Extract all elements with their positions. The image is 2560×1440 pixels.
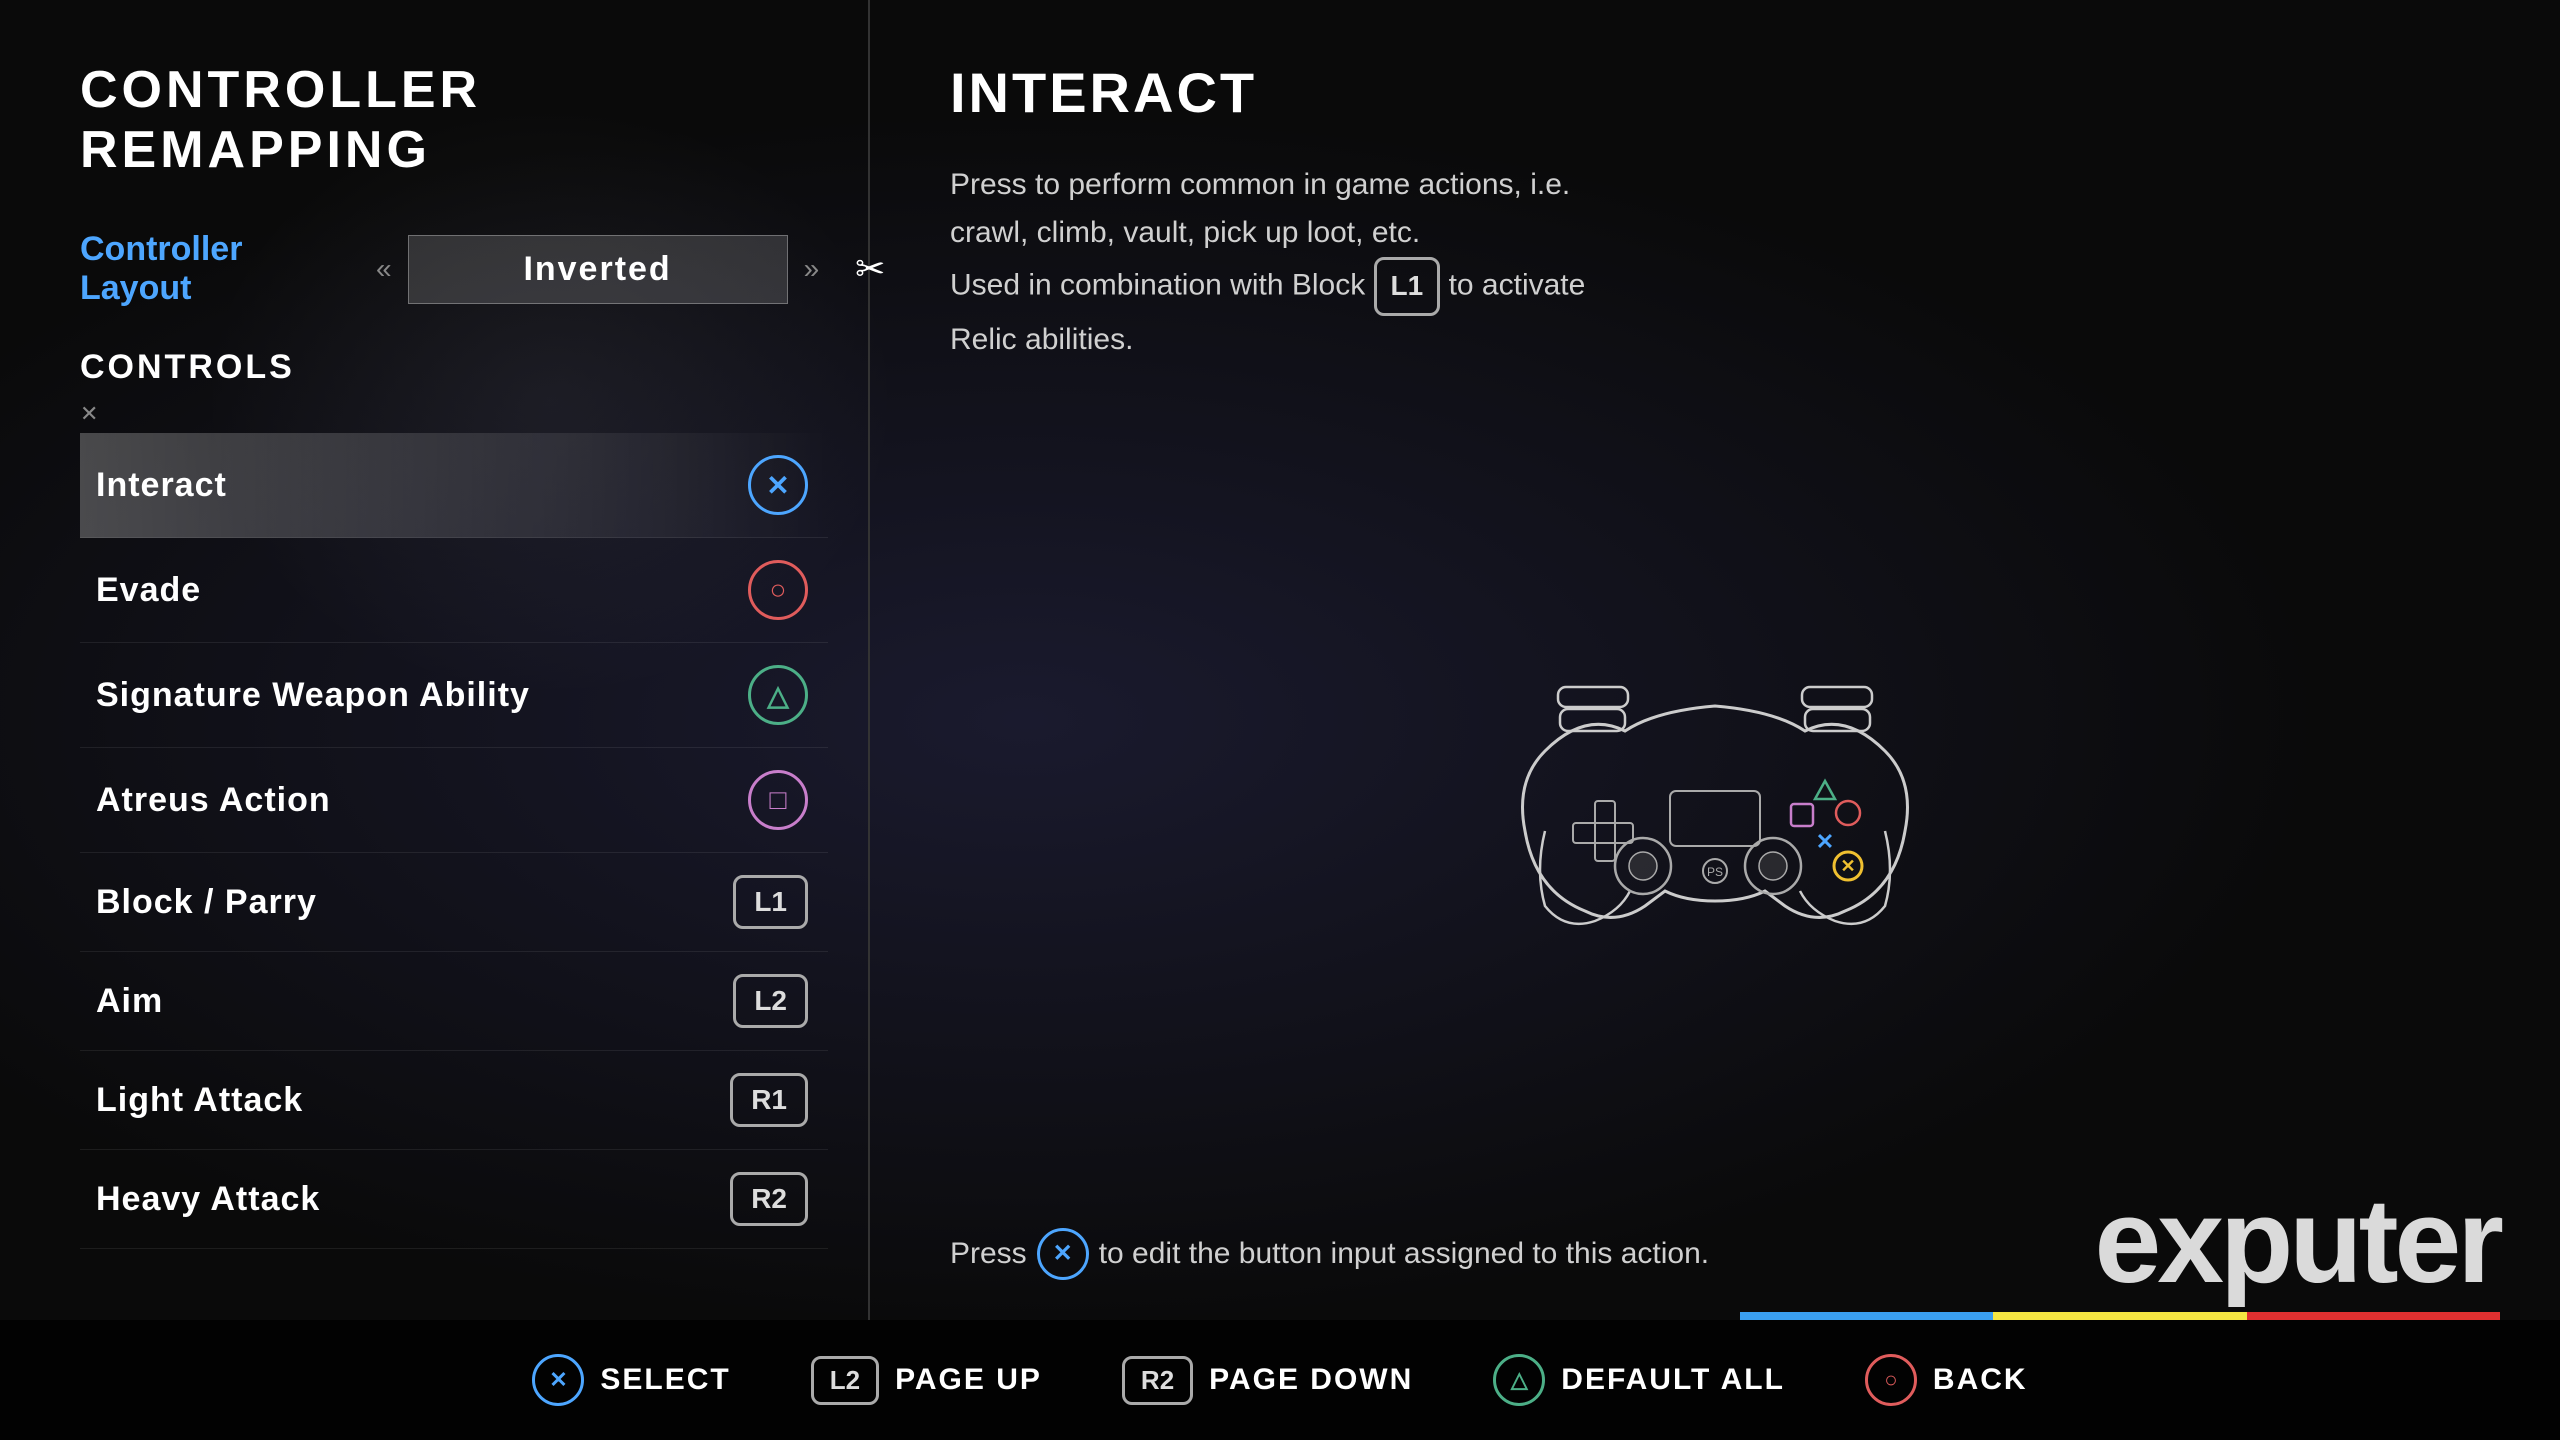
bottom-page-up-label: PAGE UP [895, 1363, 1042, 1397]
controller-image-area: PS ✕ ✕ [950, 414, 2480, 1188]
press-to-edit: Press ✕ to edit the button input assigne… [950, 1228, 1770, 1280]
watermark: exputer [2095, 1172, 2500, 1310]
bottom-action-select: ✕ SELECT [532, 1354, 730, 1406]
desc-line2: crawl, climb, vault, pick up loot, etc. [950, 216, 1420, 249]
binding-r2-trigger: R2 [730, 1172, 808, 1226]
bottom-l2-button: L2 [811, 1356, 879, 1405]
press-x-button-icon: ✕ [1037, 1228, 1089, 1280]
color-bar-yellow [1993, 1312, 2246, 1320]
x-divider: ✕ [80, 401, 828, 427]
control-item-evade[interactable]: Evade ○ [80, 538, 828, 643]
bottom-r2-button: R2 [1122, 1356, 1193, 1405]
press-suffix: to edit the button input assigned to thi… [1099, 1230, 1709, 1278]
control-name-heavy-attack: Heavy Attack [96, 1180, 320, 1219]
controller-svg: PS ✕ ✕ [1465, 651, 1965, 951]
control-item-primary-weapon[interactable]: Primary Weapon ✛ [80, 1249, 828, 1280]
bottom-action-page-down[interactable]: R2 PAGE DOWN [1122, 1356, 1413, 1405]
binding-r1-trigger: R1 [730, 1073, 808, 1127]
control-name-signature: Signature Weapon Ability [96, 676, 530, 715]
color-bar [1740, 1312, 2500, 1320]
bottom-circle-button: ○ [1865, 1354, 1917, 1406]
binding-square-button: □ [748, 770, 808, 830]
binding-dpad-up: ✛ [766, 1271, 808, 1280]
control-name-aim: Aim [96, 982, 163, 1021]
bottom-bar: ✕ SELECT L2 PAGE UP R2 PAGE DOWN △ DEFAU… [0, 1320, 2560, 1440]
control-item-interact[interactable]: Interact ✕ [80, 433, 828, 538]
control-item-heavy-attack[interactable]: Heavy Attack R2 [80, 1150, 828, 1249]
press-prefix: Press [950, 1230, 1027, 1278]
left-panel: CONTROLLER REMAPPING Controller Layout «… [0, 0, 870, 1320]
right-panel: INTERACT Press to perform common in game… [870, 0, 2560, 1320]
binding-l2-trigger: L2 [733, 974, 808, 1028]
control-name-block: Block / Parry [96, 883, 317, 922]
svg-text:✕: ✕ [1816, 829, 1834, 854]
main-container: CONTROLLER REMAPPING Controller Layout «… [0, 0, 2560, 1320]
control-binding-atreus: □ [748, 770, 808, 830]
bottom-select-label: SELECT [600, 1363, 730, 1397]
svg-text:✕: ✕ [1840, 856, 1855, 876]
layout-value[interactable]: Inverted [408, 235, 788, 304]
control-item-light-attack[interactable]: Light Attack R1 [80, 1051, 828, 1150]
control-name-evade: Evade [96, 571, 201, 610]
bottom-triangle-button: △ [1493, 1354, 1545, 1406]
control-binding-primary-weapon: ✛ [766, 1271, 808, 1280]
layout-arrow-right[interactable]: » [788, 253, 836, 285]
control-name-interact: Interact [96, 466, 227, 505]
control-binding-block: L1 [733, 875, 808, 929]
block-l1-badge: L1 [1374, 257, 1441, 316]
binding-l1-trigger: L1 [733, 875, 808, 929]
control-item-aim[interactable]: Aim L2 [80, 952, 828, 1051]
layout-arrow-left[interactable]: « [360, 253, 408, 285]
x-mark-icon: ✕ [80, 401, 98, 427]
control-binding-interact: ✕ [748, 455, 808, 515]
color-bar-red [2247, 1312, 2500, 1320]
bottom-page-down-label: PAGE DOWN [1209, 1363, 1413, 1397]
control-binding-light-attack: R1 [730, 1073, 808, 1127]
control-binding-signature: △ [748, 665, 808, 725]
controller-layout-label: Controller Layout [80, 230, 360, 308]
page-title: CONTROLLER REMAPPING [80, 60, 828, 180]
controls-label: CONTROLS [80, 348, 828, 391]
control-name-atreus: Atreus Action [96, 781, 331, 820]
bottom-action-back[interactable]: ○ BACK [1865, 1354, 2028, 1406]
svg-text:PS: PS [1707, 865, 1723, 879]
bottom-action-default-all[interactable]: △ DEFAULT ALL [1493, 1354, 1785, 1406]
bottom-default-all-label: DEFAULT ALL [1561, 1363, 1785, 1397]
binding-triangle-button: △ [748, 665, 808, 725]
control-binding-aim: L2 [733, 974, 808, 1028]
interact-description: Press to perform common in game actions,… [950, 161, 1770, 364]
desc-line3: Used in combination with Block [950, 268, 1365, 301]
control-item-block[interactable]: Block / Parry L1 [80, 853, 828, 952]
desc-line5: Relic abilities. [950, 323, 1133, 356]
binding-x-button: ✕ [748, 455, 808, 515]
bottom-action-page-up[interactable]: L2 PAGE UP [811, 1356, 1042, 1405]
controller-layout-row: Controller Layout « Inverted » ✂ [80, 230, 828, 308]
color-bar-blue [1740, 1312, 1993, 1320]
bottom-x-button: ✕ [532, 1354, 584, 1406]
desc-line1: Press to perform common in game actions,… [950, 168, 1570, 201]
interact-title: INTERACT [950, 60, 2480, 125]
control-item-atreus[interactable]: Atreus Action □ [80, 748, 828, 853]
control-name-light-attack: Light Attack [96, 1081, 303, 1120]
control-item-signature[interactable]: Signature Weapon Ability △ [80, 643, 828, 748]
control-binding-evade: ○ [748, 560, 808, 620]
control-binding-heavy-attack: R2 [730, 1172, 808, 1226]
controls-list: Interact ✕ Evade ○ Signature Weapon Abil… [80, 433, 828, 1280]
bottom-back-label: BACK [1933, 1363, 2028, 1397]
binding-circle-button: ○ [748, 560, 808, 620]
desc-line4: to activate [1449, 268, 1586, 301]
